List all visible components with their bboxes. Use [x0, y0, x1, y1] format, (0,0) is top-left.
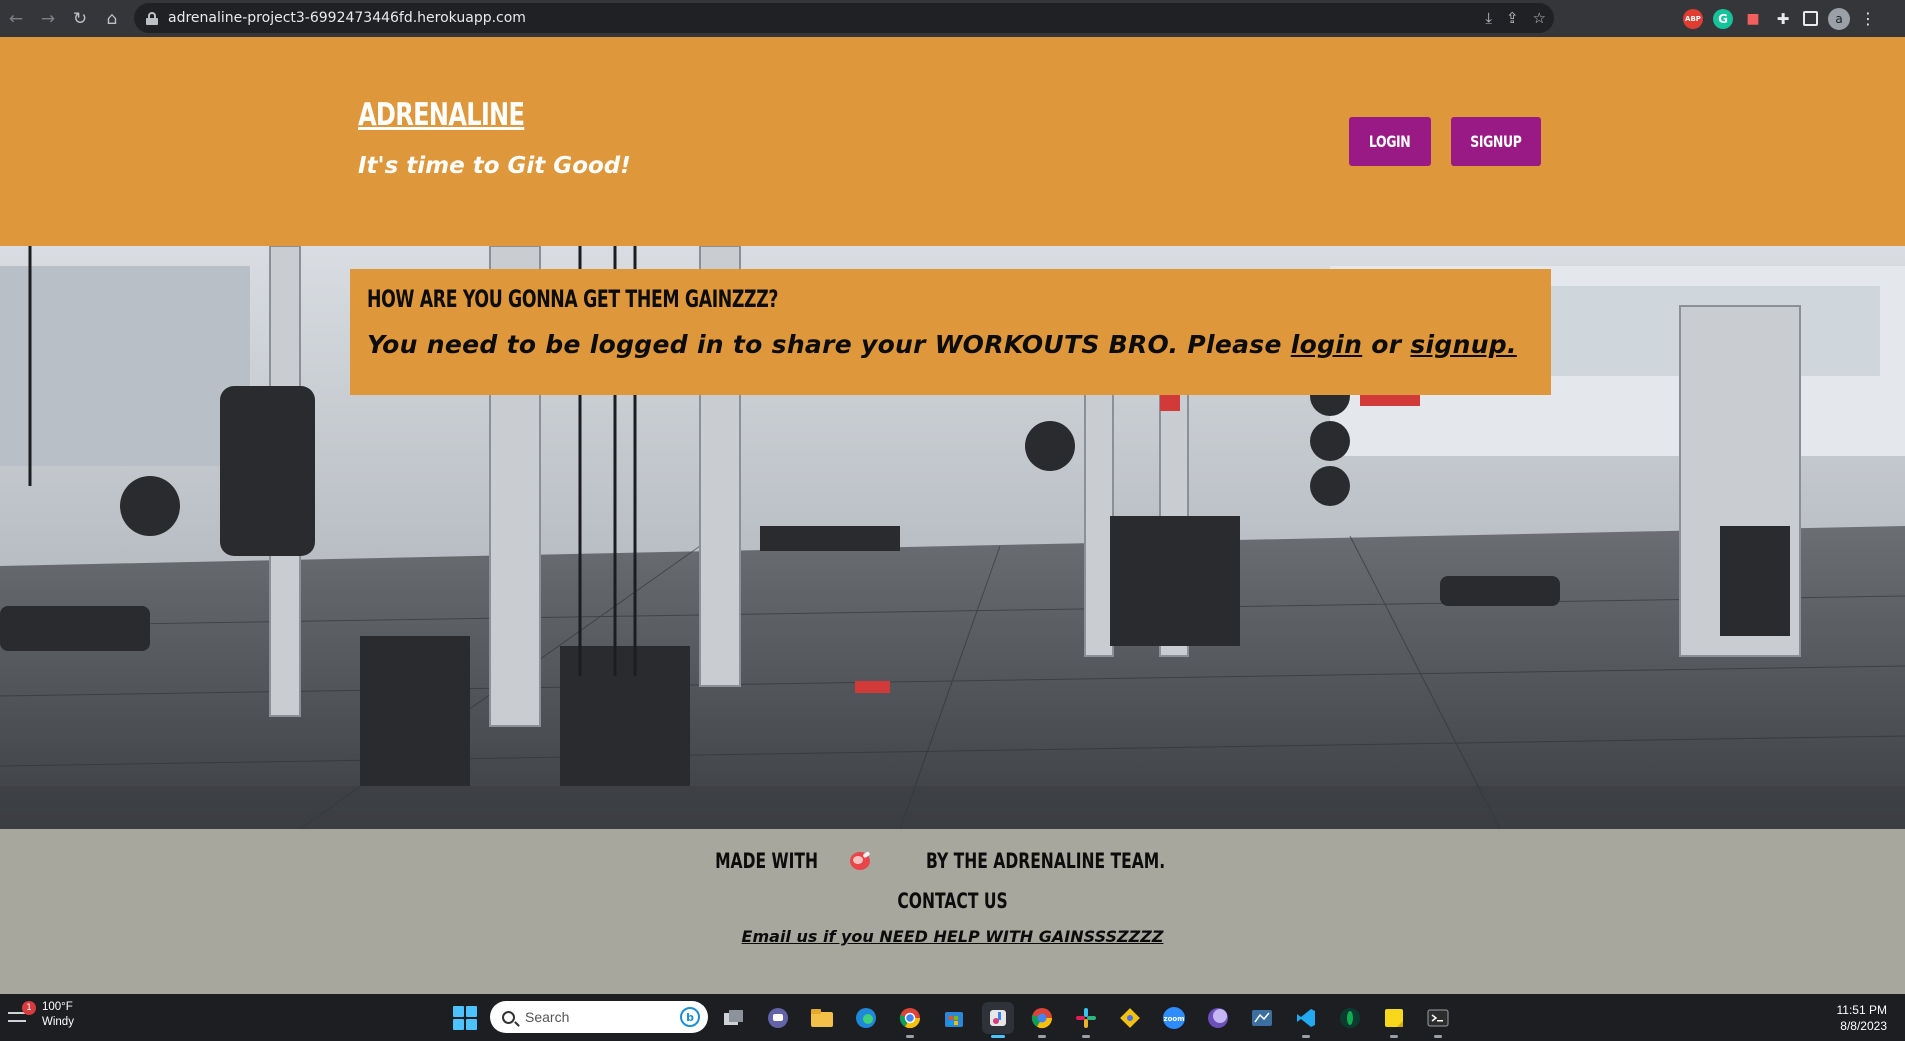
install-icon[interactable]: ⤓ [1485, 9, 1492, 27]
taskbar-search[interactable]: Search b [490, 1001, 708, 1033]
task-view-icon[interactable] [718, 1002, 750, 1034]
brand-logo-link[interactable]: ADRENALINE [358, 97, 525, 133]
meat-icon [848, 850, 872, 872]
eclipse-app-icon[interactable] [1202, 1002, 1234, 1034]
chrome-icon[interactable] [894, 1002, 926, 1038]
snipping-tool-icon[interactable] [982, 1002, 1014, 1038]
slack-icon[interactable] [1070, 1002, 1102, 1038]
email-link[interactable]: Email us if you NEED HELP WITH GAINSSSZZ… [0, 927, 1905, 946]
url-text[interactable]: adrenaline-project3-6992473446fd.herokua… [168, 10, 526, 26]
teams-chat-icon[interactable] [762, 1002, 794, 1034]
side-panel-icon[interactable] [1803, 11, 1818, 26]
made-with-line: MADE WITH BY THE ADRENALINE TEAM. [0, 849, 1905, 873]
file-explorer-icon[interactable] [806, 1002, 838, 1034]
clock-date: 8/8/2023 [1840, 1019, 1887, 1033]
search-icon [502, 1010, 515, 1024]
contact-heading-text: CONTACT US [897, 889, 1008, 913]
terminal-icon[interactable] [1422, 1002, 1454, 1038]
system-clock[interactable]: 11:51 PM 8/8/2023 [1837, 1002, 1887, 1034]
signup-button-label: SIGNUP [1470, 132, 1522, 151]
extensions-puzzle-icon[interactable]: ✚ [1773, 9, 1793, 29]
browser-menu-icon[interactable]: ⋮ [1860, 9, 1876, 28]
zoom-icon[interactable]: zoom [1158, 1002, 1190, 1034]
notice-text-before: You need to be logged in to share your W… [367, 330, 1291, 359]
notice-login-link[interactable]: login [1291, 330, 1363, 359]
made-with-text: MADE WITH [715, 849, 819, 873]
zoom-icon-label: zoom [1164, 1015, 1185, 1023]
git-client-icon[interactable] [1114, 1002, 1146, 1034]
weather-widget[interactable]: 1 100°F Windy [8, 1000, 74, 1030]
vscode-icon[interactable] [1290, 1002, 1322, 1038]
edge-icon[interactable] [850, 1002, 882, 1034]
notice-text: You need to be logged in to share your W… [367, 330, 1517, 359]
login-button[interactable]: LOGIN [1349, 117, 1431, 166]
grammarly-extension-icon[interactable]: G [1713, 8, 1733, 29]
windows-start-icon[interactable] [453, 1006, 477, 1030]
microsoft-store-icon[interactable] [938, 1002, 970, 1034]
taskbar-apps: zoom [718, 1002, 1454, 1038]
weather-desc: Windy [42, 1016, 74, 1028]
clock-time: 11:51 PM [1836, 1003, 1887, 1017]
weather-badge: 1 [22, 1001, 36, 1015]
notice-signup-link[interactable]: signup. [1410, 330, 1516, 359]
site-header: ADRENALINE It's time to Git Good! LOGIN … [0, 37, 1905, 246]
reload-icon[interactable]: ↻ [64, 3, 96, 35]
bing-icon[interactable]: b [680, 1007, 700, 1027]
mongodb-compass-icon[interactable] [1334, 1002, 1366, 1034]
contact-heading: CONTACT US [0, 889, 1905, 913]
chrome-dev-icon[interactable] [1026, 1002, 1058, 1038]
weather-temp: 100°F [42, 1001, 73, 1013]
notice-title: HOW ARE YOU GONNA GET THEM GAINZZZ? [367, 285, 779, 313]
profile-avatar[interactable]: a [1828, 7, 1850, 30]
back-icon[interactable]: ← [0, 3, 32, 35]
mysql-workbench-icon[interactable] [1246, 1002, 1278, 1034]
site-footer: MADE WITH BY THE ADRENALINE TEAM. CONTAC… [0, 829, 1905, 994]
address-bar[interactable]: adrenaline-project3-6992473446fd.herokua… [134, 3, 1554, 33]
taskbar: 1 100°F Windy Search b zoom 11:51 PM 8/8… [0, 994, 1905, 1041]
made-by-text: BY THE ADRENALINE TEAM. [926, 849, 1166, 873]
notice-text-middle: or [1362, 330, 1411, 359]
login-required-notice: HOW ARE YOU GONNA GET THEM GAINZZZ? You … [350, 269, 1551, 395]
signup-button[interactable]: SIGNUP [1451, 117, 1541, 166]
tagline: It's time to Git Good! [358, 153, 631, 179]
login-button-label: LOGIN [1369, 132, 1411, 151]
home-icon[interactable]: ⌂ [96, 3, 128, 35]
browser-toolbar: ← → ↻ ⌂ adrenaline-project3-6992473446fd… [0, 0, 1905, 37]
bookmark-star-icon[interactable]: ☆ [1533, 9, 1546, 27]
adblock-extension-icon[interactable]: ABP [1683, 8, 1703, 29]
taskbar-search-placeholder: Search [525, 1009, 570, 1025]
screen-recorder-extension-icon[interactable]: ■ [1743, 9, 1763, 29]
lock-icon [146, 11, 158, 25]
share-icon[interactable]: ⇪ [1506, 9, 1519, 27]
wind-icon: 1 [8, 1001, 36, 1026]
sticky-notes-icon[interactable] [1378, 1002, 1410, 1038]
page-viewport: ADRENALINE It's time to Git Good! LOGIN … [0, 37, 1905, 994]
forward-icon[interactable]: → [32, 3, 64, 35]
